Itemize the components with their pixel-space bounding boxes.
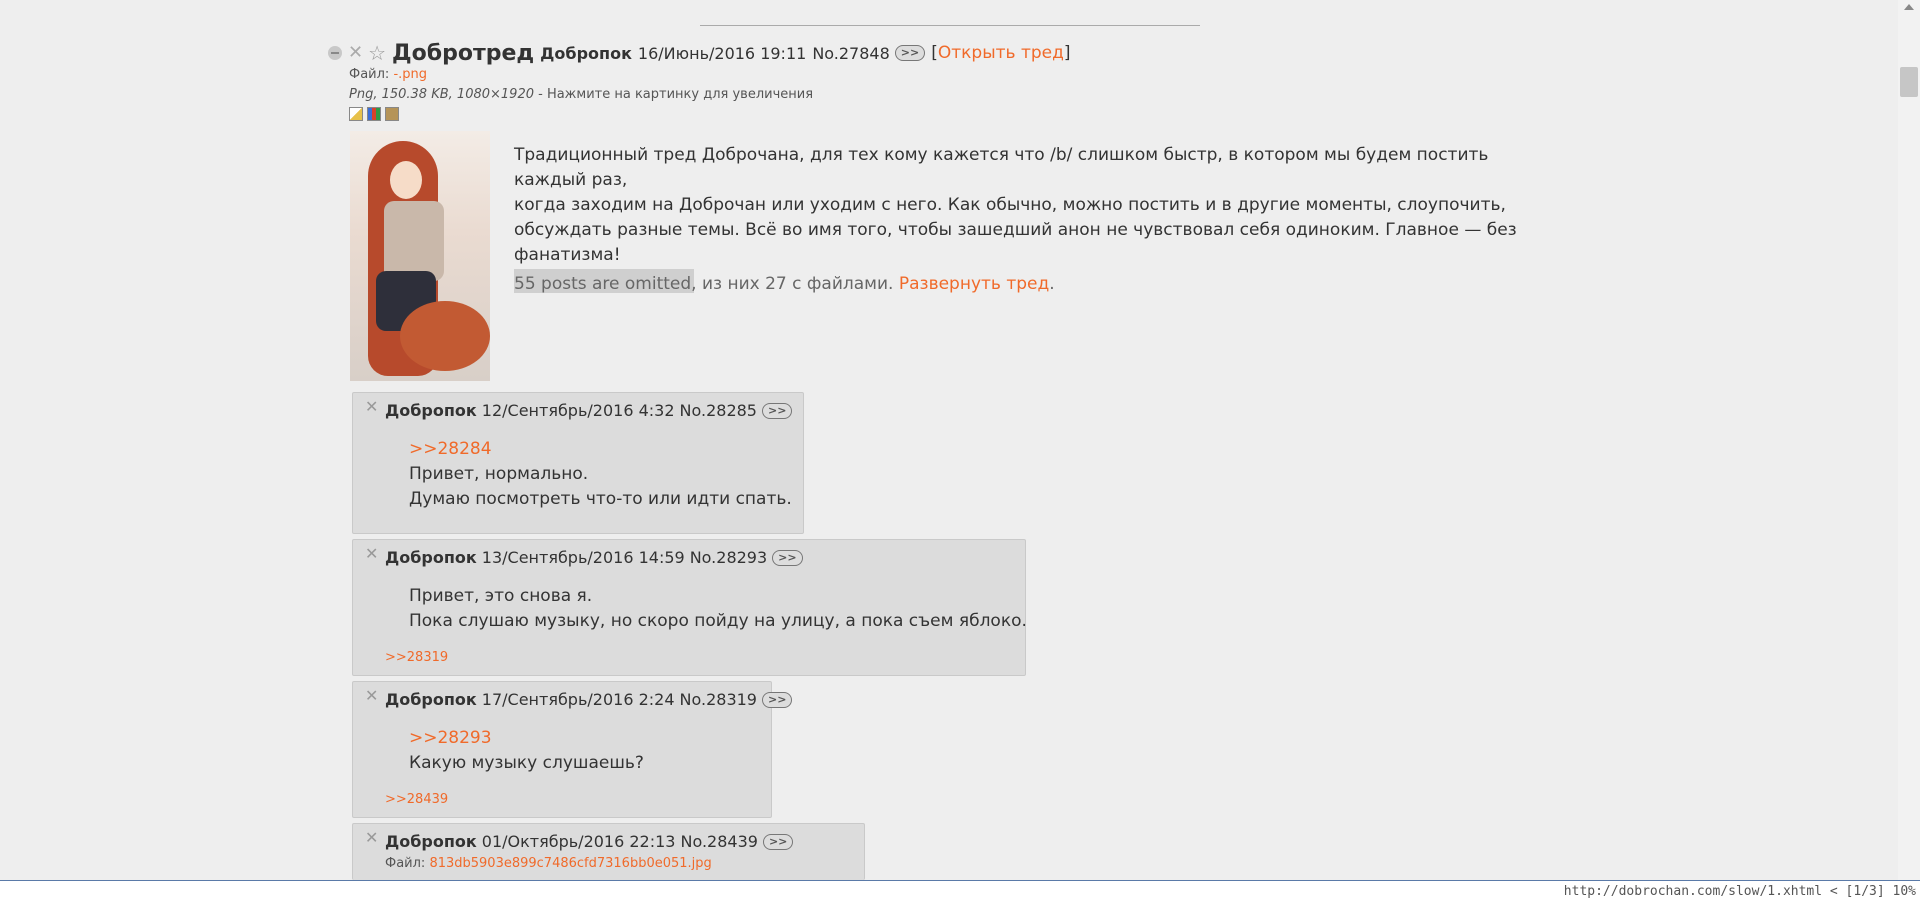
reply-post: ✕ Добропок 13/Сентябрь/2016 14:59 No.282… [352,539,1027,676]
post-number[interactable]: No.28319 [680,690,757,709]
reply-line: Привет, это снова я. [409,586,593,606]
op-message-line: обсуждать разные темы. Всё во имя того, … [514,220,1517,240]
edit-image-icon[interactable] [349,107,363,121]
poster-name: Добропок [385,401,477,420]
op-thumbnail-image[interactable] [350,131,490,381]
file-label: Файл: [349,67,390,82]
reply-line: Привет, нормально. [409,464,589,484]
omitted-notice: 55 posts are omitted, из них 27 с файлам… [514,274,1055,294]
close-icon[interactable]: ✕ [348,44,363,62]
post-number[interactable]: No.28293 [690,548,767,567]
close-icon[interactable]: ✕ [365,830,378,846]
vertical-scrollbar[interactable] [1898,0,1920,880]
omitted-text: 55 posts are omitted, из них 27 с файлам… [514,274,894,294]
post-date: 01/Октябрь/2016 22:13 [481,832,676,851]
post-date: 16/Июнь/2016 19:11 [637,43,807,63]
quote-link[interactable]: >>28293 [409,728,492,748]
image-tools [349,107,399,121]
post-number[interactable]: No.27848 [812,44,889,63]
status-bar: http://dobrochan.com/slow/1.xhtml < [1/3… [0,880,1920,903]
open-thread-link[interactable]: Открыть тред [938,43,1064,63]
google-search-icon[interactable] [367,107,381,121]
file-label: Файл: [385,856,426,871]
post-date: 17/Сентябрь/2016 2:24 [481,690,675,709]
reply-button[interactable]: >> [761,691,793,708]
post-date: 12/Сентябрь/2016 4:32 [481,401,675,420]
poster-name: Добропок [385,832,477,851]
expand-thread-link[interactable]: Развернуть тред [899,274,1049,294]
op-message-line: Традиционный тред Доброчана, для тех ком… [514,145,1489,190]
top-separator [700,25,1200,26]
post-date: 13/Сентябрь/2016 14:59 [481,548,685,567]
reply-button[interactable]: >> [772,549,803,566]
op-file-details: Png, 150.38 KB, 1080×1920 - Нажмите на к… [349,87,813,102]
reply-post: ✕ Добропок 12/Сентябрь/2016 4:32 No.2828… [352,392,804,534]
iqdb-search-icon[interactable] [385,107,399,121]
scrollbar-thumb[interactable] [1900,67,1918,97]
reply-message: Привет, это снова я. Пока слушаю музыку,… [409,584,1027,634]
op-post-header: ✕ ☆ Добротред Добропок 16/Июнь/2016 19:1… [328,40,1071,66]
reply-post: ✕ Добропок 17/Сентябрь/2016 2:24 No.2831… [352,681,793,818]
reply-button[interactable]: >> [762,833,794,850]
poster-name: Добропок [385,690,477,709]
status-text: http://dobrochan.com/slow/1.xhtml < [1/3… [1563,884,1916,899]
file-hint: - Нажмите на картинку для увеличения [533,87,814,102]
backlink[interactable]: >>28319 [385,650,448,665]
op-file-line: Файл: -.png [349,67,427,82]
reply-header: Добропок 13/Сентябрь/2016 14:59 No.28293… [385,548,803,567]
quote-link[interactable]: >>28284 [409,439,492,459]
star-icon[interactable]: ☆ [368,43,386,63]
reply-line: Думаю посмотреть что-то или идти спать. [409,489,792,509]
reply-button[interactable]: >> [761,402,793,419]
reply-message: >>28284 Привет, нормально. Думаю посмотр… [409,437,792,512]
reply-file-line: Файл: 813db5903e899c7486cfd7316bb0e051.j… [385,856,712,871]
reply-header: Добропок 17/Сентябрь/2016 2:24 No.28319 … [385,690,793,709]
op-message: Традиционный тред Доброчана, для тех ком… [514,143,1554,293]
poster-name: Добропок [540,43,632,63]
op-message-line: фанатизма! [514,245,621,265]
file-meta: Png, 150.38 KB, 1080×1920 [349,87,534,102]
reply-button[interactable]: >> [894,45,926,61]
reply-line: Какую музыку слушаешь? [409,753,644,773]
op-message-line: когда заходим на Доброчан или уходим с н… [514,195,1506,215]
file-link[interactable]: -.png [393,67,427,82]
poster-name: Добропок [385,548,477,567]
reply-post: ✕ Добропок 01/Октябрь/2016 22:13 No.2843… [352,823,865,880]
backlink[interactable]: >>28439 [385,792,448,807]
reply-header: Добропок 01/Октябрь/2016 22:13 No.28439 … [385,832,794,851]
close-icon[interactable]: ✕ [365,399,378,415]
open-thread-link-wrapper: [Открыть тред] [931,43,1071,63]
close-icon[interactable]: ✕ [365,688,378,704]
file-link[interactable]: 813db5903e899c7486cfd7316bb0e051.jpg [429,856,711,871]
thread-subject: Добротред [392,40,535,66]
expand-suffix: . [1049,274,1055,294]
hide-thread-icon[interactable] [328,46,342,60]
scroll-up-arrow-icon[interactable] [1904,4,1914,14]
post-number[interactable]: No.28285 [680,401,757,420]
close-icon[interactable]: ✕ [365,546,378,562]
reply-header: Добропок 12/Сентябрь/2016 4:32 No.28285 … [385,401,793,420]
reply-line: Пока слушаю музыку, но скоро пойду на ул… [409,611,1027,631]
reply-message: >>28293 Какую музыку слушаешь? [409,726,644,776]
post-number[interactable]: No.28439 [680,832,757,851]
